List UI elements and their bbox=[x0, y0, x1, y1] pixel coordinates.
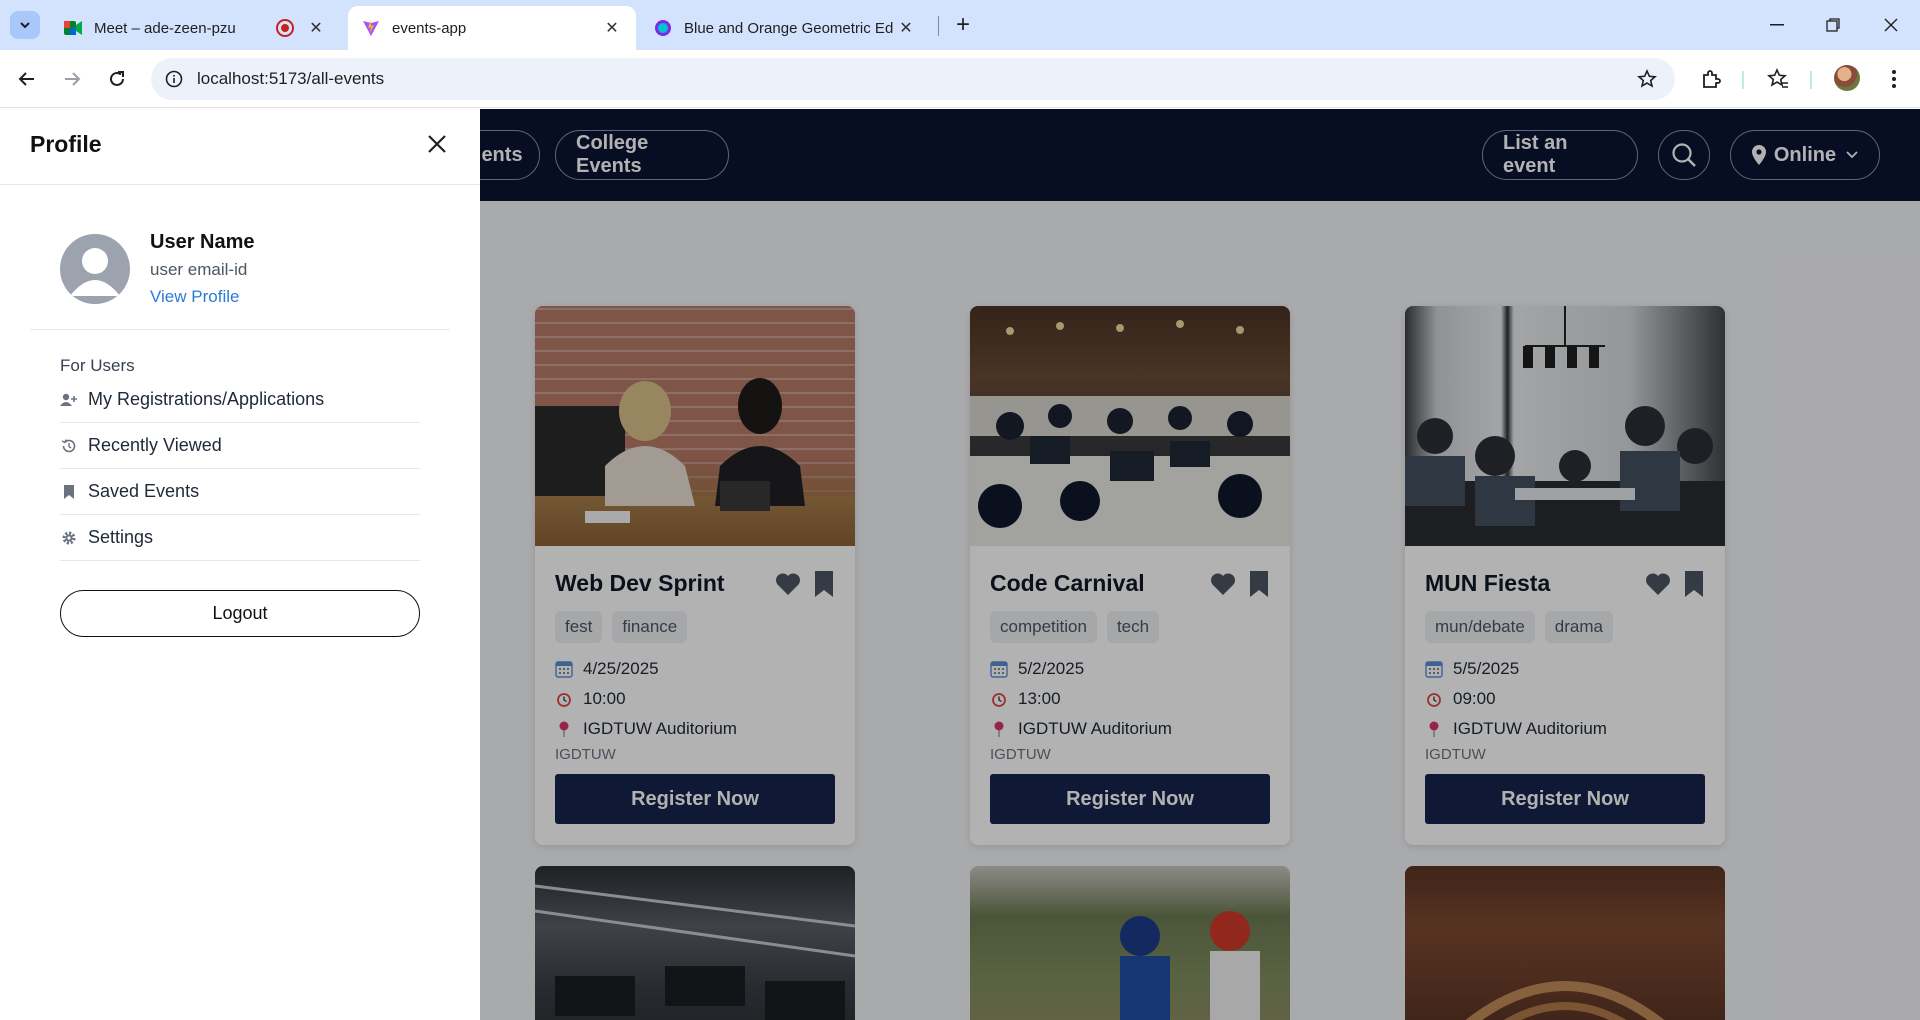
restore-button[interactable] bbox=[1818, 10, 1848, 40]
close-window-button[interactable] bbox=[1876, 10, 1906, 40]
user-name: User Name bbox=[150, 231, 255, 253]
history-icon bbox=[60, 437, 78, 455]
menu-kebab-icon[interactable] bbox=[1880, 65, 1908, 93]
tab-separator bbox=[938, 16, 939, 36]
menu-label: Saved Events bbox=[88, 481, 200, 501]
avatar bbox=[60, 234, 130, 304]
back-button[interactable] bbox=[11, 63, 43, 95]
user-silhouette-icon bbox=[70, 248, 120, 296]
extensions-icon[interactable] bbox=[1697, 65, 1725, 93]
bookmarks-icon[interactable] bbox=[1764, 65, 1792, 93]
tab-title: events-app bbox=[392, 19, 467, 37]
minimize-button[interactable] bbox=[1762, 10, 1792, 40]
profile-drawer: Profile User Name user email-id View Pro… bbox=[0, 109, 480, 1020]
user-plus-icon bbox=[60, 391, 78, 409]
bookmark-star-icon[interactable] bbox=[1635, 67, 1659, 91]
arrow-left-icon bbox=[18, 72, 34, 86]
logout-button[interactable]: Logout bbox=[60, 590, 420, 637]
reload-button[interactable] bbox=[101, 63, 133, 95]
chevron-down-icon bbox=[20, 22, 30, 29]
menu-item-settings[interactable]: Settings bbox=[60, 515, 420, 561]
tab-title: Meet – ade-zeen-pzu bbox=[94, 19, 236, 37]
menu-item-saved-events[interactable]: Saved Events bbox=[60, 469, 420, 515]
reload-icon bbox=[110, 71, 124, 86]
forward-button[interactable] bbox=[56, 63, 88, 95]
menu-item-registrations[interactable]: My Registrations/Applications bbox=[60, 377, 420, 423]
close-tab-icon[interactable]: ✕ bbox=[896, 18, 916, 38]
menu-label: My Registrations/Applications bbox=[88, 389, 325, 409]
drawer-title: Profile bbox=[30, 131, 102, 157]
drawer-header: Profile bbox=[0, 109, 480, 185]
google-meet-icon bbox=[64, 19, 82, 37]
recording-icon bbox=[276, 19, 294, 37]
menu-label: Settings bbox=[88, 527, 154, 547]
browser-tab-strip: Meet – ade-zeen-pzu ✕ events-app ✕ Blue … bbox=[0, 0, 1920, 50]
address-bar[interactable]: localhost:5173/all-events bbox=[151, 58, 1675, 100]
tab-canva[interactable]: Blue and Orange Geometric Edu ✕ bbox=[640, 6, 930, 50]
browser-toolbar: localhost:5173/all-events bbox=[0, 50, 1920, 108]
tab-title: Blue and Orange Geometric Edu bbox=[684, 19, 894, 37]
gear-icon bbox=[60, 529, 78, 547]
view-profile-link[interactable]: View Profile bbox=[150, 287, 239, 307]
toolbar-divider bbox=[1742, 71, 1744, 89]
section-label: For Users bbox=[60, 356, 135, 375]
close-drawer-button[interactable] bbox=[424, 131, 450, 157]
page-content: ents College Events List an event Online… bbox=[0, 109, 1920, 1020]
arrow-right-icon bbox=[65, 72, 81, 86]
tab-search-button[interactable] bbox=[10, 11, 40, 39]
toolbar-divider bbox=[1810, 71, 1812, 89]
tab-events-app[interactable]: events-app ✕ bbox=[348, 6, 636, 50]
close-icon bbox=[428, 135, 446, 153]
tab-meet[interactable]: Meet – ade-zeen-pzu ✕ bbox=[50, 6, 340, 50]
new-tab-button[interactable]: + bbox=[950, 11, 976, 38]
vite-icon bbox=[362, 19, 380, 37]
close-tab-icon[interactable]: ✕ bbox=[602, 18, 622, 38]
divider bbox=[30, 329, 450, 330]
menu-label: Recently Viewed bbox=[88, 435, 222, 455]
menu-item-recently-viewed[interactable]: Recently Viewed bbox=[60, 423, 420, 469]
site-info-icon[interactable] bbox=[161, 66, 187, 92]
user-email: user email-id bbox=[150, 260, 248, 279]
url-text[interactable]: localhost:5173/all-events bbox=[197, 69, 384, 89]
bookmark-icon bbox=[60, 483, 78, 501]
canva-icon bbox=[654, 19, 672, 37]
close-tab-icon[interactable]: ✕ bbox=[306, 18, 326, 38]
chrome-profile-avatar[interactable] bbox=[1834, 65, 1860, 91]
